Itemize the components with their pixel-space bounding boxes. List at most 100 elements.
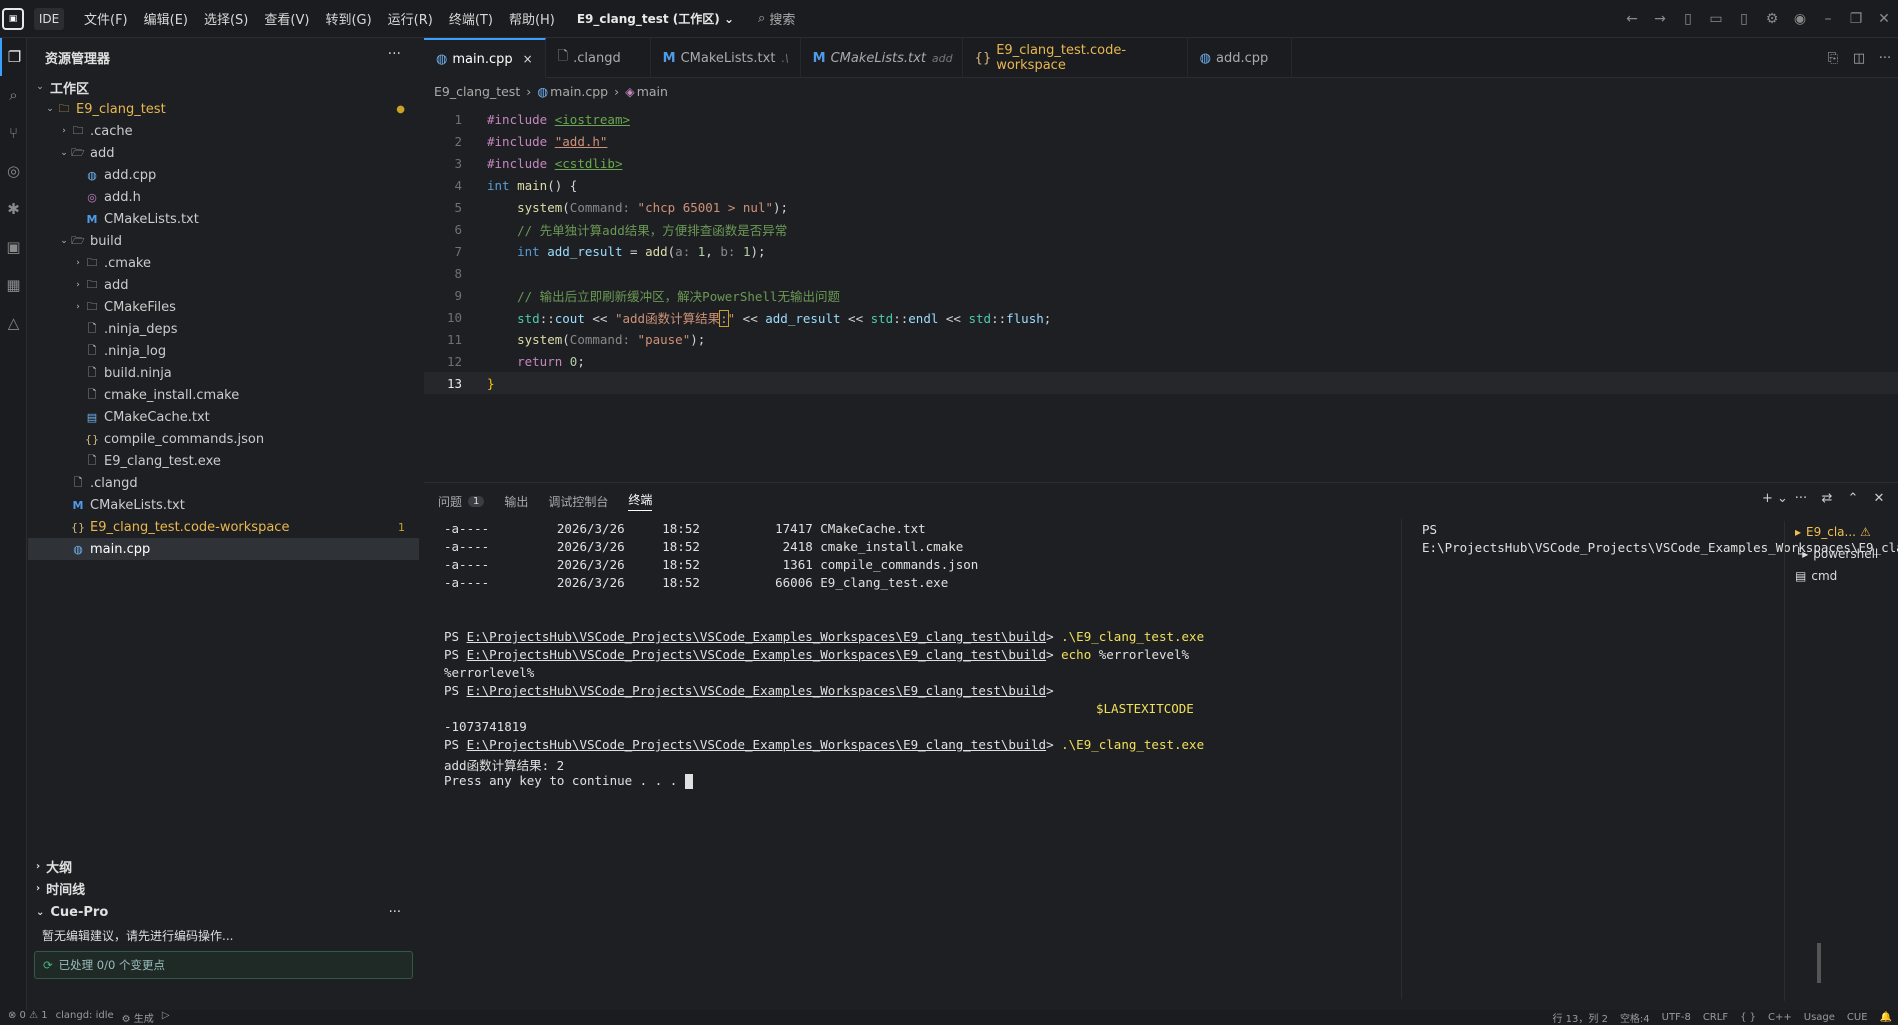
terminal-split-divider[interactable] [1401, 519, 1402, 999]
workspace-title[interactable]: E9_clang_test (工作区) ⌄ [577, 10, 734, 27]
swap-panel-icon[interactable]: ⇄ [1814, 491, 1840, 506]
forward-arrow-icon[interactable]: → [1646, 11, 1674, 27]
cursor-position[interactable]: 行 13，列 2 [1552, 1010, 1607, 1025]
tab-cmakelists-root[interactable]: M CMakeLists.txt .\ [651, 38, 801, 78]
more-actions-icon[interactable]: ··· [1872, 51, 1898, 66]
toggle-panel-icon[interactable]: ▭ [1702, 11, 1730, 27]
back-arrow-icon[interactable]: ← [1618, 11, 1646, 27]
build-status[interactable]: ⚙ 生成 [122, 1010, 154, 1025]
menu-terminal[interactable]: 终端(T) [441, 9, 501, 28]
tab-terminal[interactable]: 终端 [628, 491, 653, 511]
remote-icon[interactable]: ▣ [0, 228, 27, 266]
menu-help[interactable]: 帮助(H) [501, 9, 563, 28]
tab-main-cpp[interactable]: ◍ main.cpp × [424, 38, 546, 78]
menu-selection[interactable]: 选择(S) [196, 9, 256, 28]
minimize-icon[interactable]: – [1814, 11, 1842, 27]
terminal-item[interactable]: ▸ E9_cla... ⚠ [1785, 521, 1894, 543]
tree-item[interactable]: M CMakeLists.txt [28, 494, 419, 516]
debug-icon[interactable]: ✱ [0, 190, 27, 228]
tab-workspace[interactable]: {} E9_clang_test.code-workspace [963, 38, 1188, 78]
more-actions-icon[interactable]: ··· [1788, 491, 1814, 506]
encoding[interactable]: UTF-8 [1662, 1012, 1691, 1023]
tree-item[interactable]: ◍ add.cpp [28, 164, 419, 186]
tab-debug-console[interactable]: 调试控制台 [548, 493, 608, 510]
toggle-secondary-sidebar-icon[interactable]: ▯ [1730, 11, 1758, 27]
maximize-icon[interactable]: ❐ [1842, 11, 1870, 27]
notifications-bell-icon[interactable]: 🔔 [1880, 1012, 1892, 1023]
run-icon[interactable]: ▷ [162, 1010, 170, 1025]
tree-item[interactable]: 🗋 .ninja_deps [28, 318, 419, 340]
terminal-output[interactable]: -a---- 2026/3/26 18:52 17417 CMakeCache.… [444, 521, 1394, 791]
brackets-status[interactable]: { } [1740, 1012, 1756, 1023]
tree-item[interactable]: M CMakeLists.txt [28, 208, 419, 230]
problems-status[interactable]: ⊗ 0 ⚠ 1 [8, 1010, 48, 1025]
usage-status[interactable]: Usage [1804, 1012, 1835, 1023]
tree-item[interactable]: 🗋 .clangd [28, 472, 419, 494]
split-editor-icon[interactable]: ◫ [1846, 51, 1872, 66]
tree-item[interactable]: › 🗀 add [28, 274, 419, 296]
tab-add-cpp[interactable]: ◍ add.cpp [1188, 38, 1292, 78]
breadcrumb-item[interactable]: main.cpp [550, 84, 608, 99]
cue-pro-section[interactable]: ⌄ Cue-Pro ··· [28, 901, 419, 923]
maximize-panel-icon[interactable]: ⌃ [1840, 491, 1866, 506]
account-icon[interactable]: ◉ [1786, 11, 1814, 27]
tree-item[interactable]: › 🗀 CMakeFiles [28, 296, 419, 318]
watch-eye-icon[interactable]: ◎ [0, 152, 27, 190]
explorer-icon[interactable]: ❐ [0, 38, 27, 76]
terminal-output-secondary[interactable]: PS E:\ProjectsHub\VSCode_Projects\VSCode… [1422, 521, 1898, 557]
tree-project-folder[interactable]: ⌄ 🗀 E9_clang_test ● [28, 98, 419, 120]
code-editor[interactable]: 1 #include <iostream> 2 #include "add.h" 3… [424, 108, 1898, 474]
menu-view[interactable]: 查看(V) [256, 9, 317, 28]
close-window-icon[interactable]: ✕ [1870, 11, 1898, 27]
tree-item[interactable]: 🗋 cmake_install.cmake [28, 384, 419, 406]
breadcrumb-item[interactable]: main [637, 84, 668, 99]
compare-icon[interactable]: ⎘ [1820, 51, 1846, 66]
breadcrumb: E9_clang_test › ◍ main.cpp › ◈ main [434, 83, 668, 99]
terminal-item[interactable]: ▤ cmd [1785, 565, 1894, 587]
tab-output[interactable]: 输出 [504, 493, 528, 510]
extensions-icon[interactable]: ▦ [0, 266, 27, 304]
tree-item[interactable]: › 🗀 .cmake [28, 252, 419, 274]
menu-file[interactable]: 文件(F) [76, 9, 136, 28]
tree-item[interactable]: {} compile_commands.json [28, 428, 419, 450]
workspace-section[interactable]: ⌄ 工作区 [28, 76, 419, 98]
tree-item[interactable]: 🗋 build.ninja [28, 362, 419, 384]
tree-item[interactable]: ▤ CMakeCache.txt [28, 406, 419, 428]
tree-item[interactable]: ◎ add.h [28, 186, 419, 208]
source-control-icon[interactable]: ⑂ [0, 114, 27, 152]
close-panel-icon[interactable]: ✕ [1866, 491, 1892, 506]
new-terminal-icon[interactable]: + ⌄ [1762, 491, 1788, 506]
command-search[interactable]: ⌕ 搜索 [758, 9, 795, 28]
close-tab-icon[interactable]: × [523, 52, 533, 66]
tree-item[interactable]: ⌄ 🗁 build [28, 230, 419, 252]
more-actions-icon[interactable]: ··· [388, 46, 401, 62]
ai-assistant-icon[interactable]: △ [0, 304, 27, 342]
language-mode[interactable]: C++ [1768, 1012, 1792, 1023]
tab-clangd[interactable]: 🗋 .clangd [546, 38, 651, 78]
ide-label[interactable]: IDE [34, 7, 64, 30]
toggle-sidebar-icon[interactable]: ▯ [1674, 11, 1702, 27]
tree-item[interactable]: 🗋 .ninja_log [28, 340, 419, 362]
terminal-item[interactable]: └▸ powershell [1785, 543, 1894, 565]
breadcrumb-item[interactable]: E9_clang_test [434, 84, 520, 99]
tree-item[interactable]: 🗋 E9_clang_test.exe [28, 450, 419, 472]
tree-item[interactable]: {} E9_clang_test.code-workspace 1 [28, 516, 419, 538]
clangd-status[interactable]: clangd: idle [56, 1010, 114, 1025]
indentation[interactable]: 空格:4 [1620, 1010, 1650, 1025]
code-line: 2 #include "add.h" [454, 133, 608, 149]
cue-status[interactable]: CUE [1847, 1012, 1868, 1023]
settings-gear-icon[interactable]: ⚙ [1758, 11, 1786, 27]
menu-edit[interactable]: 编辑(E) [136, 9, 196, 28]
menu-run[interactable]: 运行(R) [380, 9, 441, 28]
tab-cmakelists-add[interactable]: M CMakeLists.txt add [801, 38, 963, 78]
line-ending[interactable]: CRLF [1703, 1012, 1728, 1023]
tree-item[interactable]: › 🗀 .cache [28, 120, 419, 142]
tree-item-selected[interactable]: ◍ main.cpp [28, 538, 419, 560]
menu-go[interactable]: 转到(G) [317, 9, 379, 28]
tree-item[interactable]: ⌄ 🗁 add [28, 142, 419, 164]
more-actions-icon[interactable]: ··· [389, 905, 401, 920]
timeline-section[interactable]: › 时间线 [28, 877, 419, 899]
outline-section[interactable]: › 大纲 [28, 855, 419, 877]
search-view-icon[interactable]: ⌕ [0, 76, 27, 114]
tab-problems[interactable]: 问题 1 [438, 493, 485, 510]
